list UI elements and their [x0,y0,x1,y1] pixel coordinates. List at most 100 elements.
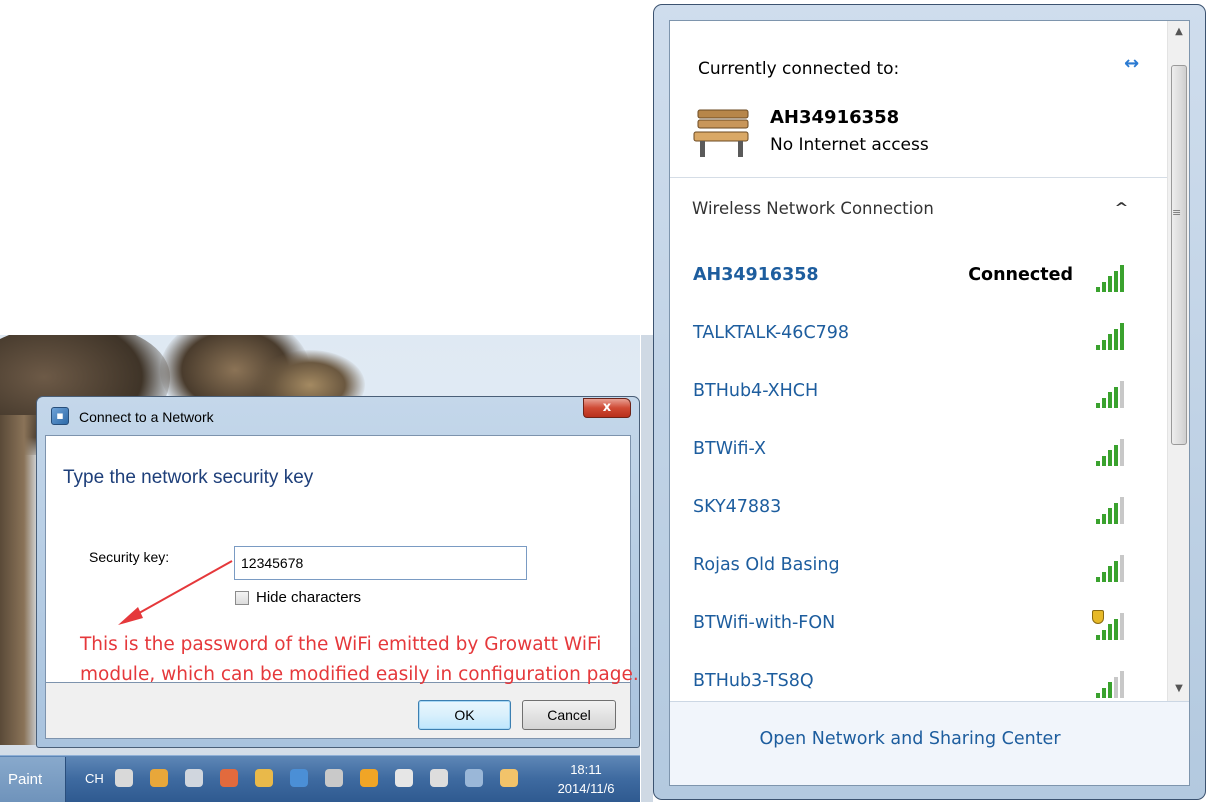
signal-bar [1108,682,1112,698]
scroll-up-arrow-icon[interactable]: ▲ [1168,21,1189,43]
network-list-item[interactable]: TALKTALK-46C798 [670,307,1167,365]
signal-bar [1120,497,1124,524]
signal-bar [1096,635,1100,640]
network-list-item[interactable]: BTHub4-XHCH [670,365,1167,423]
network-name: BTHub4-XHCH [693,381,819,401]
grip-icon: ≡ [1172,206,1182,219]
signal-strength-icon [1088,320,1134,352]
signal-bar [1108,392,1112,408]
keyboard-icon[interactable] [115,769,133,787]
signal-bar [1096,519,1100,524]
signal-bar [1120,381,1124,408]
photos-icon[interactable] [290,769,308,787]
signal-bar [1114,270,1118,292]
qq-penguin-icon[interactable] [325,769,343,787]
network-list-item[interactable]: Rojas Old Basing [670,539,1167,597]
signal-bar [1102,513,1106,524]
network-list-item[interactable]: AH34916358 Connected [670,249,1167,307]
signal-bar [1102,571,1106,582]
annotation-arrow [118,560,233,625]
network-window-icon: ▪ [51,407,69,425]
signal-bar [1114,444,1118,466]
divider [670,177,1167,178]
clock[interactable]: 18:11 2014/11/6 [536,760,636,798]
signal-bar [1096,287,1100,292]
network-list-item[interactable]: SKY47883 [670,481,1167,539]
network-list-item[interactable]: BTHub3-TS8Q [670,655,1167,701]
chevron-up-icon[interactable]: ^ [1114,201,1128,216]
signal-bar [1120,439,1124,466]
signal-bar [1120,323,1124,350]
folder-icon[interactable] [255,769,273,787]
signal-bar [1120,265,1124,292]
security-key-input[interactable]: 12345678 [234,546,527,580]
signal-bar [1108,276,1112,292]
color-circle-icon[interactable] [150,769,168,787]
network-status: Connected [968,265,1073,285]
taskbar: Paint CH 18:11 2014/11/6 [0,755,640,802]
signal-bar [1108,566,1112,582]
dialog-titlebar[interactable]: ▪ Connect to a Network x [37,397,639,435]
signal-strength-icon [1088,668,1134,700]
network-name: Rojas Old Basing [693,555,840,575]
scrollbar[interactable]: ▲ ≡ ▼ [1167,21,1189,701]
scroll-down-arrow-icon[interactable]: ▼ [1168,678,1189,700]
network-name: SKY47883 [693,497,782,517]
signal-bar [1096,403,1100,408]
hide-characters-label[interactable]: Hide characters [256,589,361,606]
signal-strength-icon [1088,378,1134,410]
bell-icon[interactable] [185,769,203,787]
signal-bar [1096,345,1100,350]
signal-bar [1096,577,1100,582]
current-network-name: AH34916358 [770,107,900,128]
dialog-title: Connect to a Network [79,409,214,425]
signal-bar [1108,508,1112,524]
signal-strength-icon [1088,552,1134,584]
orange-circle-icon[interactable] [360,769,378,787]
network-list-area: Currently connected to: ↔ AH34916358 No … [670,21,1167,701]
chrome-icon[interactable] [220,769,238,787]
signal-bar [1114,328,1118,350]
signal-bar [1102,339,1106,350]
dialog-heading: Type the network security key [63,467,314,488]
desktop-edge [641,335,653,802]
scroll-thumb[interactable] [1171,65,1187,445]
close-button[interactable]: x [583,398,631,418]
signal-bar [1108,624,1112,640]
signal-bar [1102,455,1106,466]
signal-bar [1114,502,1118,524]
security-shield-icon [1092,610,1104,624]
messenger-icon[interactable] [500,769,518,787]
signal-bar [1114,676,1118,698]
taskbar-paint-button[interactable]: Paint [0,757,66,802]
currently-connected-label: Currently connected to: [698,59,900,79]
battery-icon[interactable] [430,769,448,787]
refresh-icon[interactable]: ↔ [1124,53,1139,74]
clock-date: 2014/11/6 [557,781,615,796]
signal-bar [1102,687,1106,698]
volume-icon[interactable] [395,769,413,787]
signal-strength-icon [1088,610,1134,642]
network-name: BTWifi-with-FON [693,613,836,633]
language-indicator[interactable]: CH [85,771,104,786]
signal-bar [1108,450,1112,466]
signal-bar [1102,281,1106,292]
network-name: BTHub3-TS8Q [693,671,814,691]
network-list-item[interactable]: BTWifi-with-FON [670,597,1167,655]
network-icon[interactable] [465,769,483,787]
clock-time: 18:11 [570,762,602,777]
network-list-item[interactable]: BTWifi-X [670,423,1167,481]
cancel-button[interactable]: Cancel [522,700,616,730]
open-network-sharing-center-link[interactable]: Open Network and Sharing Center [670,729,1150,749]
annotation-text: This is the password of the WiFi emitted… [80,634,639,685]
signal-strength-icon [1088,262,1134,294]
network-flyout: Currently connected to: ↔ AH34916358 No … [653,4,1206,800]
signal-bar [1096,693,1100,698]
current-network-status: No Internet access [770,135,929,155]
signal-strength-icon [1088,494,1134,526]
signal-bar [1102,629,1106,640]
signal-bar [1114,560,1118,582]
wireless-section-title[interactable]: Wireless Network Connection [692,199,934,218]
ok-button[interactable]: OK [418,700,511,730]
signal-bar [1096,461,1100,466]
